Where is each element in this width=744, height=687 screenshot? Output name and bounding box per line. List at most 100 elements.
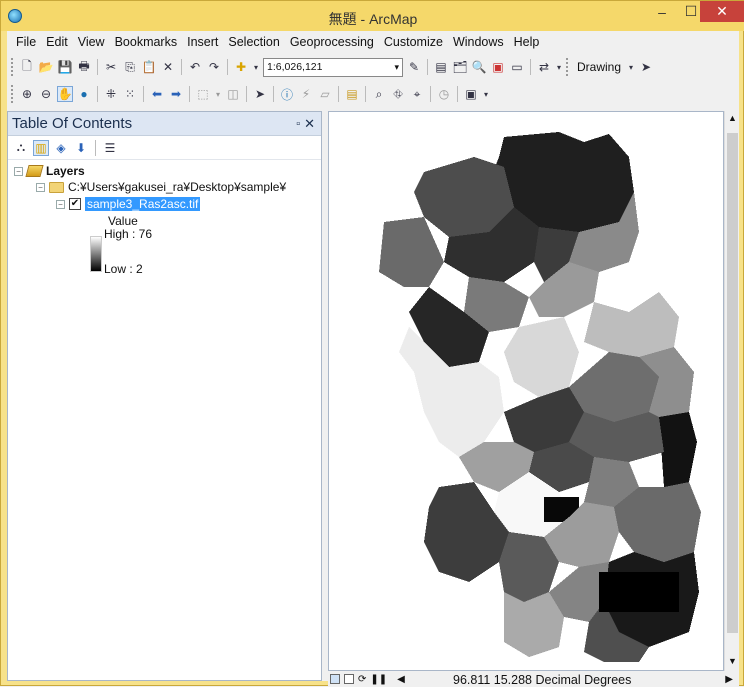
chevron-down-icon[interactable]: ▾ bbox=[482, 86, 490, 102]
time-slider-icon[interactable]: ◷ bbox=[436, 86, 452, 102]
clear-selection-icon[interactable]: ◫ bbox=[225, 86, 241, 102]
close-button[interactable]: ✕ bbox=[700, 1, 744, 22]
scroll-right-icon[interactable]: ▶ bbox=[725, 674, 739, 685]
go-to-xy-icon[interactable]: ⌖ bbox=[409, 86, 425, 102]
table-of-contents-panel: Table Of Contents ▫ ✕ ⛬ ▥ ◈ ⬇ ☰ − Layers bbox=[7, 111, 322, 681]
data-frame-label: Layers bbox=[46, 164, 85, 178]
tree-node-layers[interactable]: − Layers bbox=[14, 164, 85, 178]
raster-zone bbox=[504, 317, 579, 397]
print-icon[interactable]: 🖶 bbox=[76, 59, 92, 75]
map-scale-combobox[interactable]: 1:6,026,121 ▾ bbox=[263, 57, 403, 77]
fixed-zoom-out-icon[interactable]: ⁙ bbox=[122, 86, 138, 102]
viewer-window-icon[interactable]: ▣ bbox=[463, 86, 479, 102]
data-view-icon[interactable] bbox=[330, 674, 340, 684]
cut-icon[interactable]: ✂ bbox=[103, 59, 119, 75]
fixed-zoom-in-icon[interactable]: ⁜ bbox=[103, 86, 119, 102]
catalog-icon[interactable]: 🗂 bbox=[452, 59, 468, 75]
layer-tree: − Layers − C:¥Users¥gakusei_ra¥Desktop¥s… bbox=[8, 160, 321, 276]
forward-arrow-icon[interactable]: ➡ bbox=[168, 86, 184, 102]
editor-toolbar-icon[interactable]: ✎ bbox=[406, 59, 422, 75]
select-elements-icon[interactable]: ➤ bbox=[638, 59, 654, 75]
back-arrow-icon[interactable]: ⬅ bbox=[149, 86, 165, 102]
pin-icon[interactable]: ▫ bbox=[296, 118, 304, 130]
search-window-icon[interactable]: 🔍 bbox=[471, 59, 487, 75]
chevron-down-icon[interactable]: ▾ bbox=[252, 59, 260, 75]
separator bbox=[430, 86, 431, 102]
scroll-up-icon[interactable]: ▲ bbox=[728, 113, 737, 123]
find-binoculars-icon[interactable]: ⌕ bbox=[371, 86, 387, 102]
menu-customize[interactable]: Customize bbox=[379, 35, 448, 49]
menu-view[interactable]: View bbox=[73, 35, 110, 49]
menu-file[interactable]: File bbox=[11, 35, 41, 49]
tree-node-raster-layer[interactable]: − ✔ sample3_Ras2asc.tif bbox=[56, 197, 201, 211]
chevron-down-icon[interactable]: ▾ bbox=[214, 86, 222, 102]
hyperlink-icon[interactable]: ⚡ bbox=[298, 86, 314, 102]
menu-bookmarks[interactable]: Bookmarks bbox=[110, 35, 183, 49]
layout-view-icon[interactable] bbox=[344, 674, 354, 684]
select-features-icon[interactable]: ⬚ bbox=[195, 86, 211, 102]
copy-icon[interactable]: ⎘ bbox=[122, 59, 138, 75]
open-icon[interactable]: 📂 bbox=[38, 59, 54, 75]
tree-node-folder[interactable]: − C:¥Users¥gakusei_ra¥Desktop¥sample¥ bbox=[36, 180, 286, 194]
chevron-down-icon[interactable]: ▾ bbox=[627, 59, 635, 75]
paste-icon[interactable]: 📋 bbox=[141, 59, 157, 75]
status-coordinates: 96.811 15.288 Decimal Degrees bbox=[453, 673, 632, 687]
list-by-visibility-icon[interactable]: ◈ bbox=[53, 140, 69, 156]
map-vertical-scrollbar[interactable]: ▲ ▼ bbox=[724, 111, 739, 671]
add-data-icon[interactable]: ✚ bbox=[233, 59, 249, 75]
collapse-icon[interactable]: − bbox=[36, 182, 45, 192]
undo-icon[interactable]: ↶ bbox=[187, 59, 203, 75]
separator bbox=[427, 59, 428, 75]
zoom-out-icon[interactable]: ⊖ bbox=[38, 86, 54, 102]
list-by-drawing-order-icon[interactable]: ⛬ bbox=[13, 140, 29, 156]
refresh-icon[interactable]: ⟳ bbox=[358, 674, 366, 685]
map-display[interactable] bbox=[328, 111, 724, 671]
toc-close-icon[interactable]: ✕ bbox=[304, 116, 321, 132]
arctoolbox-icon[interactable]: ▣ bbox=[490, 59, 506, 75]
toolbar-grip[interactable] bbox=[566, 58, 569, 76]
table-of-contents-icon[interactable]: ▤ bbox=[433, 59, 449, 75]
collapse-icon[interactable]: − bbox=[56, 199, 65, 209]
html-popup-icon[interactable]: ▱ bbox=[317, 86, 333, 102]
separator bbox=[457, 86, 458, 102]
layer-visibility-checkbox[interactable]: ✔ bbox=[69, 198, 81, 210]
chevron-down-icon: ▾ bbox=[394, 61, 399, 72]
model-builder-icon[interactable]: ⇄ bbox=[536, 59, 552, 75]
measure-icon[interactable]: ▤ bbox=[344, 86, 360, 102]
toolbar-grip[interactable] bbox=[11, 85, 14, 103]
menu-geoprocessing[interactable]: Geoprocessing bbox=[285, 35, 379, 49]
folder-path-label: C:¥Users¥gakusei_ra¥Desktop¥sample¥ bbox=[68, 180, 287, 194]
pan-hand-icon[interactable]: ✋ bbox=[57, 86, 73, 102]
find-route-icon[interactable]: ⛗ bbox=[390, 86, 406, 102]
options-icon[interactable]: ☰ bbox=[102, 140, 118, 156]
scroll-down-icon[interactable]: ▼ bbox=[728, 656, 737, 666]
save-icon[interactable]: 💾 bbox=[57, 59, 73, 75]
separator bbox=[246, 86, 247, 102]
scrollbar-thumb[interactable] bbox=[727, 133, 738, 633]
redo-icon[interactable]: ↷ bbox=[206, 59, 222, 75]
list-by-selection-icon[interactable]: ⬇ bbox=[73, 140, 89, 156]
list-by-source-icon[interactable]: ▥ bbox=[33, 139, 49, 156]
identify-icon[interactable]: ⓘ bbox=[279, 86, 295, 102]
new-document-icon[interactable]: 🗋 bbox=[19, 59, 35, 75]
chevron-down-icon[interactable]: ▾ bbox=[555, 59, 563, 75]
separator bbox=[97, 59, 98, 75]
menu-selection[interactable]: Selection bbox=[223, 35, 284, 49]
full-extent-globe-icon[interactable]: ● bbox=[76, 86, 92, 102]
menu-help[interactable]: Help bbox=[509, 35, 545, 49]
python-window-icon[interactable]: ▭ bbox=[509, 59, 525, 75]
toolbar-grip[interactable] bbox=[11, 58, 14, 76]
layer-name-label[interactable]: sample3_Ras2asc.tif bbox=[85, 197, 201, 211]
select-pointer-icon[interactable]: ➤ bbox=[252, 86, 268, 102]
menu-insert[interactable]: Insert bbox=[182, 35, 223, 49]
collapse-icon[interactable]: − bbox=[14, 166, 23, 176]
menu-windows[interactable]: Windows bbox=[448, 35, 509, 49]
scroll-left-icon[interactable]: ◀ bbox=[397, 674, 405, 685]
toc-header: Table Of Contents ▫ ✕ bbox=[8, 112, 321, 136]
pause-drawing-icon[interactable]: ❚❚ bbox=[370, 674, 387, 685]
zoom-in-icon[interactable]: ⊕ bbox=[19, 86, 35, 102]
menu-edit[interactable]: Edit bbox=[41, 35, 73, 49]
drawing-menu[interactable]: Drawing bbox=[574, 60, 624, 74]
map-scale-value: 1:6,026,121 bbox=[267, 61, 323, 73]
delete-icon[interactable]: ✕ bbox=[160, 59, 176, 75]
